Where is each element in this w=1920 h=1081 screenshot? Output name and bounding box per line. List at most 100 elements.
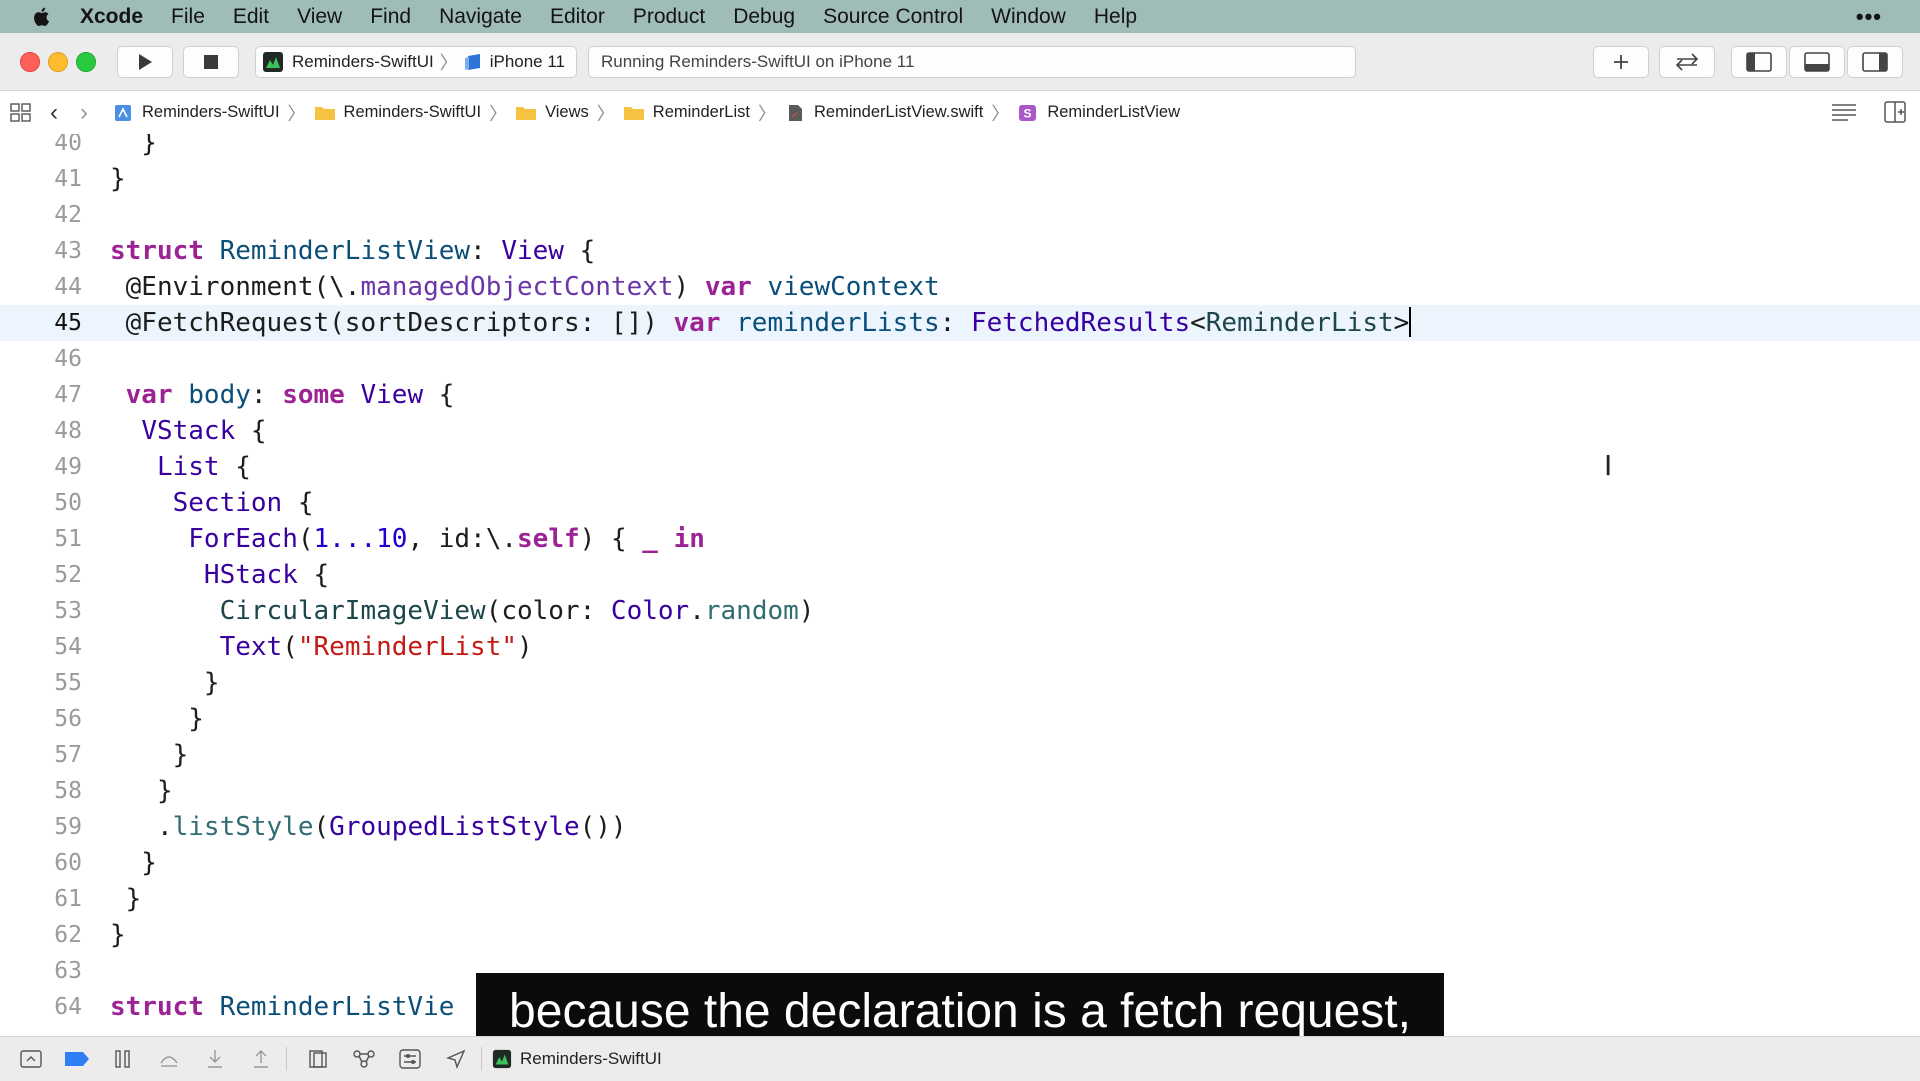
add-editor-icon[interactable] [1884, 101, 1906, 123]
code-line: 62 } [0, 917, 1920, 953]
menu-product[interactable]: Product [633, 5, 705, 29]
code-review-button[interactable] [1659, 46, 1715, 78]
more-icon[interactable]: ••• [1856, 4, 1882, 30]
struct-symbol-icon: S [1019, 104, 1037, 121]
panel-bottom-icon [1804, 52, 1830, 72]
code-line: 52 HStack { [0, 557, 1920, 593]
breadcrumb-label: ReminderListView.swift [814, 103, 984, 121]
line-number: 57 [54, 742, 82, 768]
destination-name: iPhone 11 [489, 52, 566, 71]
environment-overrides-icon[interactable] [395, 1044, 425, 1074]
breadcrumb-label: ReminderList [652, 103, 750, 121]
menu-editor[interactable]: Editor [550, 5, 605, 29]
chevron-right-icon: 〉 [439, 53, 458, 73]
code-text: @FetchRequest(sortDescriptors: []) var r… [125, 307, 1412, 338]
breadcrumb-label: Reminders-SwiftUI [142, 103, 280, 121]
line-number: 55 [54, 670, 82, 696]
menu-navigate[interactable]: Navigate [439, 5, 522, 29]
breadcrumb-label: Reminders-SwiftUI [343, 103, 482, 121]
code-text: .listStyle(GroupedListStyle()) [110, 812, 627, 842]
line-number: 52 [54, 562, 82, 588]
code-text: @Environment(\.managedObjectContext) var… [125, 272, 940, 302]
code-text: } [110, 740, 189, 770]
breadcrumb-reminderlist[interactable]: ReminderList [623, 103, 750, 122]
code-text: Text("ReminderList") [219, 632, 533, 662]
line-number: 48 [54, 418, 82, 444]
zoom-window-button[interactable] [76, 52, 96, 72]
project-icon [115, 104, 131, 121]
line-number: 49 [54, 454, 82, 480]
line-number: 40 [54, 134, 82, 156]
code-line: 49 List { [0, 449, 1920, 485]
line-number: 58 [54, 778, 82, 804]
menu-source-control[interactable]: Source Control [823, 5, 963, 29]
view-hierarchy-icon[interactable] [303, 1044, 333, 1074]
code-line: 47 var body: some View { [0, 377, 1920, 413]
window-toolbar: Reminders-SwiftUI 〉 iPhone 11 Running Re… [0, 33, 1920, 91]
step-over-icon[interactable] [154, 1044, 184, 1074]
hide-debug-area-icon[interactable] [16, 1044, 46, 1074]
code-line: 40 } [0, 134, 1920, 161]
ibeam-cursor-icon: I [1604, 449, 1613, 482]
forward-arrow-icon[interactable]: › [80, 99, 88, 127]
toggle-debug-area-button[interactable] [1789, 46, 1845, 78]
menu-edit[interactable]: Edit [233, 5, 269, 29]
menu-file[interactable]: File [171, 5, 205, 29]
menu-view[interactable]: View [297, 5, 342, 29]
code-text: } [110, 848, 157, 878]
chevron-right-icon: 〉 [991, 103, 1010, 124]
menu-app-xcode[interactable]: Xcode [80, 5, 143, 29]
scheme-selector[interactable]: Reminders-SwiftUI 〉 iPhone 11 [255, 46, 577, 78]
code-text: struct ReminderListView: View { [110, 236, 596, 266]
run-button[interactable] [117, 46, 173, 78]
line-number: 50 [54, 490, 82, 516]
stop-button[interactable] [183, 46, 239, 78]
source-editor[interactable]: 40 } 41 } 42 43 struct ReminderListView:… [0, 134, 1920, 1036]
current-code-line: 45 @FetchRequest(sortDescriptors: []) va… [0, 305, 1920, 341]
code-line: 53 CircularImageView(color: Color.random… [0, 593, 1920, 629]
related-items-grid-icon[interactable] [10, 102, 32, 123]
swift-file-icon [789, 104, 802, 121]
menu-debug[interactable]: Debug [733, 5, 795, 29]
line-number: 64 [54, 994, 82, 1020]
step-out-icon[interactable] [246, 1044, 276, 1074]
line-number: 53 [54, 598, 82, 624]
chevron-right-icon: 〉 [489, 103, 508, 124]
apple-icon[interactable] [30, 5, 54, 29]
toggle-navigator-button[interactable] [1731, 46, 1787, 78]
breadcrumb-symbol[interactable]: S ReminderListView [1017, 103, 1180, 122]
breadcrumb-views[interactable]: Views [515, 103, 589, 122]
code-text: } [110, 920, 126, 950]
code-text: } [110, 776, 173, 806]
back-arrow-icon[interactable]: ‹ [50, 99, 58, 127]
code-text: } [110, 164, 126, 194]
code-line: 57 } [0, 737, 1920, 773]
menu-window[interactable]: Window [991, 5, 1066, 29]
code-text: CircularImageView(color: Color.random) [219, 596, 815, 626]
text-cursor [1409, 307, 1412, 337]
code-line: 58 } [0, 773, 1920, 809]
breakpoints-toggle-icon[interactable] [62, 1044, 92, 1074]
editor-options-icon[interactable] [1830, 102, 1858, 122]
menu-help[interactable]: Help [1094, 5, 1137, 29]
scheme-name: Reminders-SwiftUI [292, 52, 434, 71]
status-text: Running Reminders-SwiftUI on iPhone 11 [601, 52, 915, 71]
minimize-window-button[interactable] [48, 52, 68, 72]
library-button[interactable] [1593, 46, 1649, 78]
close-window-button[interactable] [20, 52, 40, 72]
line-number: 63 [54, 958, 82, 984]
step-in-icon[interactable] [200, 1044, 230, 1074]
breadcrumb-file[interactable]: ReminderListView.swift [784, 103, 983, 122]
svg-text:S: S [1024, 106, 1032, 120]
line-number: 44 [54, 274, 82, 300]
toggle-inspector-button[interactable] [1847, 46, 1903, 78]
breadcrumb-project[interactable]: Reminders-SwiftUI [112, 103, 280, 122]
memory-graph-icon[interactable] [349, 1044, 379, 1074]
location-icon[interactable] [441, 1044, 471, 1074]
pause-icon[interactable] [108, 1044, 138, 1074]
breadcrumb-group[interactable]: Reminders-SwiftUI [314, 103, 482, 122]
menu-find[interactable]: Find [370, 5, 411, 29]
line-number: 42 [54, 202, 82, 228]
line-number: 46 [54, 346, 82, 372]
debug-target-name[interactable]: Reminders-SwiftUI [520, 1049, 662, 1069]
